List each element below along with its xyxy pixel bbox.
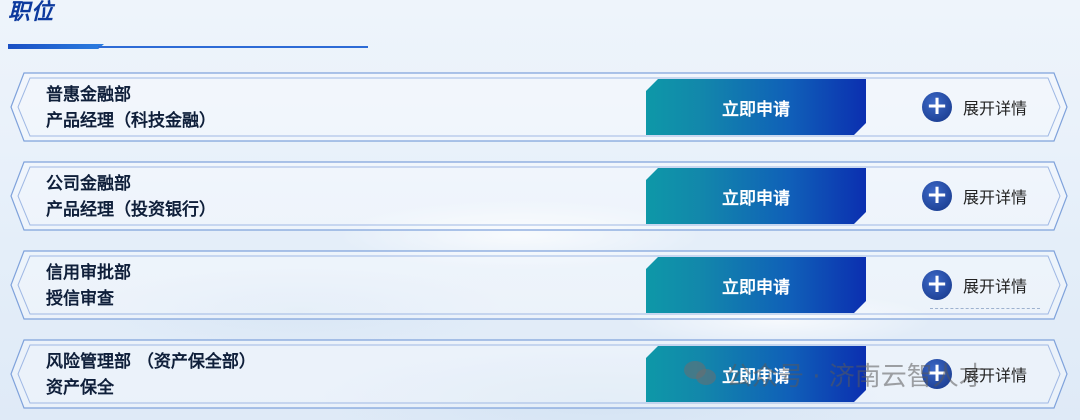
job-card: 风险管理部 （资产保全部） 资产保全 立即申请 + 展开详情 bbox=[10, 339, 1068, 409]
job-department: 普惠金融部 bbox=[46, 85, 131, 105]
job-card: 信用审批部 授信审查 立即申请 + 展开详情 bbox=[10, 250, 1068, 320]
job-title: 信用审批部 授信审查 bbox=[46, 260, 131, 312]
plus-icon: + bbox=[922, 181, 952, 211]
plus-icon: + bbox=[922, 359, 952, 389]
job-position: 产品经理（投资银行） bbox=[46, 200, 216, 220]
expand-details-button[interactable]: + 展开详情 bbox=[922, 359, 1027, 389]
expand-details-button[interactable]: + 展开详情 bbox=[922, 181, 1027, 211]
job-position: 资产保全 bbox=[46, 378, 114, 398]
apply-button[interactable]: 立即申请 bbox=[646, 257, 866, 313]
job-department: 风险管理部 （资产保全部） bbox=[46, 352, 256, 372]
expand-details-label: 展开详情 bbox=[963, 99, 1028, 118]
job-position: 产品经理（科技金融） bbox=[46, 111, 216, 131]
job-department: 公司金融部 bbox=[46, 174, 131, 194]
expand-details-button[interactable]: + 展开详情 bbox=[922, 92, 1027, 122]
job-title: 公司金融部 产品经理（投资银行） bbox=[46, 171, 216, 223]
plus-icon: + bbox=[922, 270, 952, 300]
apply-button[interactable]: 立即申请 bbox=[646, 79, 866, 135]
job-position: 授信审查 bbox=[46, 289, 114, 309]
title-underline bbox=[8, 44, 368, 49]
plus-icon: + bbox=[922, 92, 952, 122]
section-title: 职位 bbox=[8, 0, 55, 25]
apply-button[interactable]: 立即申请 bbox=[646, 168, 866, 224]
divider bbox=[930, 308, 1040, 309]
expand-details-label: 展开详情 bbox=[963, 277, 1028, 296]
job-title: 风险管理部 （资产保全部） 资产保全 bbox=[46, 349, 256, 401]
job-card: 公司金融部 产品经理（投资银行） 立即申请 + 展开详情 bbox=[10, 161, 1068, 231]
apply-button[interactable]: 立即申请 bbox=[646, 346, 866, 402]
expand-details-button[interactable]: + 展开详情 bbox=[922, 270, 1027, 300]
card-frame bbox=[10, 250, 1068, 320]
job-department: 信用审批部 bbox=[46, 263, 131, 283]
expand-details-label: 展开详情 bbox=[963, 366, 1028, 385]
expand-details-label: 展开详情 bbox=[963, 188, 1028, 207]
job-card: 普惠金融部 产品经理（科技金融） 立即申请 + 展开详情 bbox=[10, 72, 1068, 142]
job-title: 普惠金融部 产品经理（科技金融） bbox=[46, 82, 216, 134]
